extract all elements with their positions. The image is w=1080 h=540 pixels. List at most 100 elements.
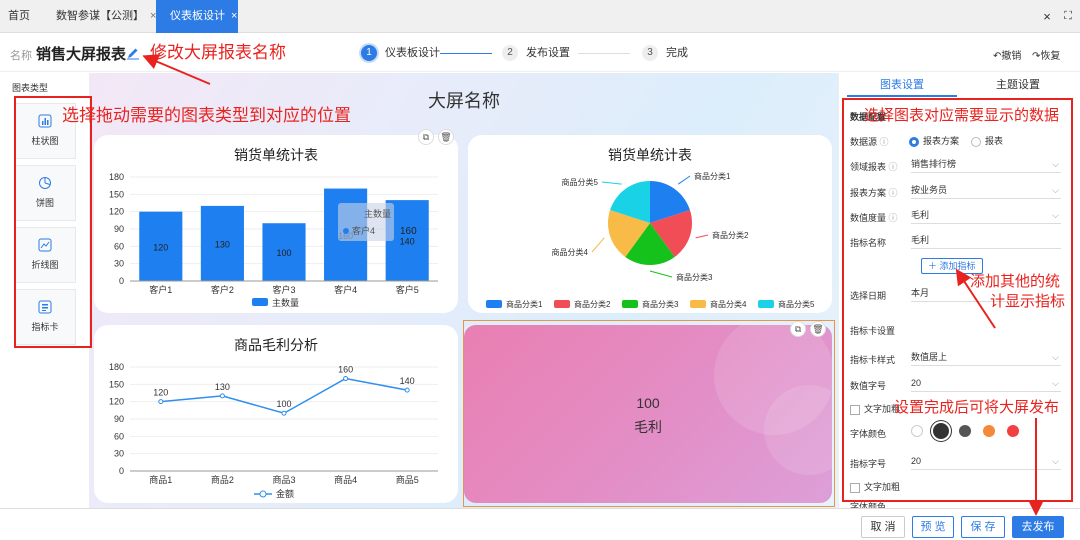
- dashboard-canvas: 大屏名称 ⧉ 🗑 销货单统计表 0 30 60 90 120 150 180 120 客户1 130…: [90, 73, 838, 508]
- pie-chart-card[interactable]: 销货单统计表 商品分类1 商品分类2 商品分类3 商品分类4 商品分类5 商品分类1 商品分…: [468, 135, 832, 313]
- pie-label: 商品分类4: [552, 247, 589, 257]
- kpi-card[interactable]: 100 毛利: [464, 325, 832, 503]
- y-tick-label: 150: [109, 379, 124, 389]
- y-tick-label: 60: [114, 431, 124, 441]
- copy-icon[interactable]: ⧉: [790, 321, 806, 337]
- tab-chart-settings[interactable]: 图表设置: [847, 73, 957, 97]
- pie-label: 商品分类2: [712, 230, 749, 240]
- pie-label: 商品分类3: [676, 272, 713, 282]
- publish-button[interactable]: 去发布: [1012, 516, 1064, 538]
- data-point: [219, 393, 225, 399]
- pie-leader-line: [677, 175, 691, 185]
- annotation-box-sidebar: [14, 96, 92, 348]
- tab-label: 仪表板设计: [170, 10, 225, 22]
- legend-marker: [259, 490, 267, 498]
- data-point: [158, 399, 164, 405]
- annotation-add-1: 添加其他的统: [970, 273, 1061, 290]
- y-tick-label: 120: [109, 397, 124, 407]
- y-tick-label: 180: [109, 172, 124, 182]
- y-tick-label: 30: [114, 259, 124, 269]
- data-label: 140: [400, 237, 415, 247]
- redo-label: 恢复: [1040, 51, 1061, 62]
- x-tick-label: 客户3: [272, 284, 295, 295]
- step-label: 仪表板设计: [385, 47, 440, 59]
- cancel-button[interactable]: 取 消: [861, 516, 905, 538]
- fullscreen-icon[interactable]: ⛶: [1058, 0, 1078, 33]
- tab-home[interactable]: 首页: [8, 0, 30, 33]
- undo-button[interactable]: ↶撤销: [993, 47, 1021, 62]
- legend-swatch: [622, 300, 638, 308]
- save-button[interactable]: 保 存: [961, 516, 1005, 538]
- y-tick-label: 90: [114, 414, 124, 424]
- step-label: 发布设置: [526, 47, 570, 59]
- step-connector: [440, 53, 492, 54]
- step-number: 1: [361, 45, 377, 62]
- close-icon[interactable]: ×: [231, 10, 237, 22]
- legend-label: 商品分类2: [574, 299, 611, 309]
- pie-chart-plot: 商品分类1 商品分类2 商品分类3 商品分类4 商品分类5 商品分类1 商品分类2 商品分类3…: [486, 171, 815, 309]
- edit-pencil-icon[interactable]: [126, 46, 140, 60]
- bar-chart-card[interactable]: ⧉ 🗑 销货单统计表 0 30 60 90 120 150 180 120 客户1 130 客户2 10…: [94, 129, 458, 313]
- x-tick-label: 商品2: [211, 474, 234, 485]
- step-3: 3 完成: [642, 44, 688, 62]
- data-label: 120: [153, 388, 168, 398]
- tab-label: 首页: [8, 10, 30, 22]
- pie-leader-line: [591, 237, 605, 253]
- legend-swatch: [690, 300, 706, 308]
- legend-label: 商品分类3: [642, 299, 679, 309]
- legend-swatch: [554, 300, 570, 308]
- kpi-value: 100: [636, 395, 660, 411]
- step-number: 2: [502, 45, 518, 62]
- legend-label: 商品分类1: [506, 299, 543, 309]
- y-tick-label: 60: [114, 241, 124, 251]
- annotation-drag: 选择拖动需要的图表类型到对应的位置: [62, 106, 351, 125]
- undo-label: 撤销: [1001, 51, 1022, 62]
- redo-button[interactable]: ↷恢复: [1032, 47, 1060, 62]
- y-tick-label: 150: [109, 189, 124, 199]
- delete-icon[interactable]: 🗑: [810, 321, 826, 337]
- annotation-data: 选择图表对应需要显示的数据: [864, 107, 1060, 124]
- annotation-rename: 修改大屏报表名称: [150, 43, 286, 62]
- x-tick-label: 商品4: [334, 474, 357, 485]
- pie-leader-line: [695, 234, 709, 239]
- tooltip-title: 主数量: [364, 208, 391, 219]
- step-1: 1 仪表板设计: [361, 44, 440, 62]
- x-tick-label: 商品1: [149, 474, 172, 485]
- data-label: 140: [400, 376, 415, 386]
- x-tick-label: 商品5: [396, 474, 419, 485]
- x-tick-label: 商品3: [272, 474, 295, 485]
- bottom-action-bar: 取 消 预 览 保 存 去发布: [0, 508, 1080, 540]
- bar-chart-plot: 0 30 60 90 120 150 180 120 客户1 130 客户2 100 客户3 160 客户4…: [109, 172, 438, 308]
- tab-dashboard-design[interactable]: 仪表板设计 ×: [156, 0, 238, 33]
- kpi-label: 毛利: [634, 419, 662, 435]
- report-name[interactable]: 销售大屏报表: [36, 43, 126, 64]
- tab-shuzhi[interactable]: 数智参谋【公测】 ×: [56, 0, 156, 33]
- sidebar-title: 图表类型: [12, 83, 49, 93]
- legend-label: 商品分类5: [778, 299, 815, 309]
- y-tick-label: 120: [109, 207, 124, 217]
- preview-button[interactable]: 预 览: [912, 516, 954, 538]
- annotation-add-2: 计显示指标: [990, 293, 1066, 310]
- legend-label: 商品分类4: [710, 299, 747, 309]
- name-label: 名称: [10, 50, 32, 62]
- x-tick-label: 客户1: [149, 284, 172, 295]
- tooltip-category: 客户4: [352, 225, 375, 236]
- pie-leader-line: [649, 270, 673, 278]
- tab-theme-settings[interactable]: 主题设置: [963, 73, 1073, 97]
- y-tick-label: 180: [109, 362, 124, 372]
- legend-swatch: [252, 298, 268, 306]
- data-label: 120: [153, 242, 168, 252]
- step-number: 3: [642, 45, 658, 62]
- x-tick-label: 客户5: [396, 284, 419, 295]
- tab-label: 数智参谋【公测】: [56, 10, 144, 22]
- step-2: 2 发布设置: [502, 44, 570, 62]
- close-icon[interactable]: ×: [1038, 0, 1056, 33]
- legend-label: 金额: [276, 488, 294, 499]
- tooltip-marker: [343, 228, 349, 234]
- pie-leader-line: [601, 181, 622, 185]
- line-chart-card[interactable]: 商品毛利分析 0 30 60 90 120 150 180 120 商品1 130 商品2 100 商品…: [94, 325, 458, 503]
- x-tick-label: 客户4: [334, 284, 357, 295]
- data-point: [343, 376, 349, 382]
- data-point: [281, 410, 287, 416]
- legend-swatch: [758, 300, 774, 308]
